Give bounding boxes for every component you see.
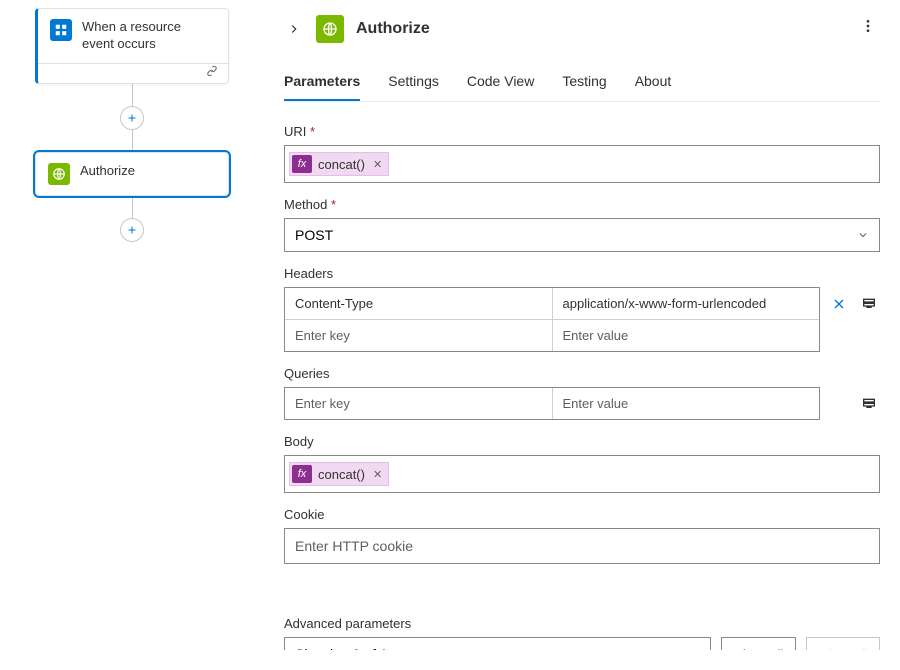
remove-token-button[interactable]: ✕ <box>371 468 384 481</box>
toggle-text-mode-button[interactable] <box>858 393 880 415</box>
expression-token[interactable]: fx concat() ✕ <box>289 152 389 176</box>
trigger-title: When a resource event occurs <box>82 19 216 53</box>
tab-settings[interactable]: Settings <box>388 73 439 101</box>
chevron-down-icon <box>857 229 869 241</box>
advanced-label: Advanced parameters <box>284 616 880 631</box>
event-grid-icon <box>50 19 72 41</box>
tab-about[interactable]: About <box>635 73 672 101</box>
advanced-summary: Showing 0 of 1 <box>295 646 388 650</box>
tab-code-view[interactable]: Code View <box>467 73 534 101</box>
queries-label: Queries <box>284 366 880 381</box>
panel-title: Authorize <box>356 20 430 38</box>
uri-label: URI * <box>284 124 880 139</box>
show-all-button[interactable]: Show all <box>721 637 796 650</box>
clear-all-button: Clear all <box>806 637 880 650</box>
detail-panel: Authorize Parameters Settings Code View … <box>264 0 900 670</box>
table-row <box>285 288 819 320</box>
uri-input[interactable]: fx concat() ✕ <box>284 145 880 183</box>
collapse-button[interactable] <box>284 19 304 39</box>
method-select[interactable]: POST <box>284 218 880 252</box>
queries-grid <box>284 387 820 420</box>
advanced-select[interactable]: Showing 0 of 1 <box>284 637 711 650</box>
add-action-button[interactable] <box>120 106 144 130</box>
token-text: concat() <box>318 467 365 482</box>
http-icon <box>48 163 70 185</box>
remove-token-button[interactable]: ✕ <box>371 158 384 171</box>
cookie-input[interactable] <box>284 528 880 564</box>
toggle-text-mode-button[interactable] <box>858 293 880 315</box>
chevron-down-icon <box>688 648 700 650</box>
header-value-input[interactable] <box>553 288 820 319</box>
query-value-input[interactable] <box>553 388 820 419</box>
method-label: Method * <box>284 197 880 212</box>
tab-testing[interactable]: Testing <box>562 73 606 101</box>
query-key-input[interactable] <box>285 388 553 419</box>
more-menu-button[interactable] <box>856 14 880 43</box>
flow-node-trigger[interactable]: When a resource event occurs <box>35 8 229 84</box>
flow-canvas: When a resource event occurs Authorize <box>0 0 264 670</box>
method-value: POST <box>295 227 333 243</box>
body-input[interactable]: fx concat() ✕ <box>284 455 880 493</box>
connector <box>132 84 133 106</box>
expression-token[interactable]: fx concat() ✕ <box>289 462 389 486</box>
remove-header-button[interactable] <box>828 293 850 315</box>
tab-parameters[interactable]: Parameters <box>284 73 360 101</box>
header-value-input[interactable] <box>553 320 820 351</box>
connector <box>132 130 133 152</box>
header-key-input[interactable] <box>285 288 553 319</box>
headers-label: Headers <box>284 266 880 281</box>
table-row <box>285 388 819 419</box>
header-key-input[interactable] <box>285 320 553 351</box>
tabs: Parameters Settings Code View Testing Ab… <box>284 73 880 102</box>
fx-icon: fx <box>292 465 312 483</box>
table-row <box>285 320 819 351</box>
link-icon <box>206 64 218 82</box>
http-icon <box>316 15 344 43</box>
cookie-label: Cookie <box>284 507 880 522</box>
token-text: concat() <box>318 157 365 172</box>
add-action-button[interactable] <box>120 218 144 242</box>
flow-node-authorize[interactable]: Authorize <box>35 152 229 196</box>
headers-grid <box>284 287 820 352</box>
authorize-title: Authorize <box>80 163 135 180</box>
fx-icon: fx <box>292 155 312 173</box>
body-label: Body <box>284 434 880 449</box>
connector <box>132 196 133 218</box>
